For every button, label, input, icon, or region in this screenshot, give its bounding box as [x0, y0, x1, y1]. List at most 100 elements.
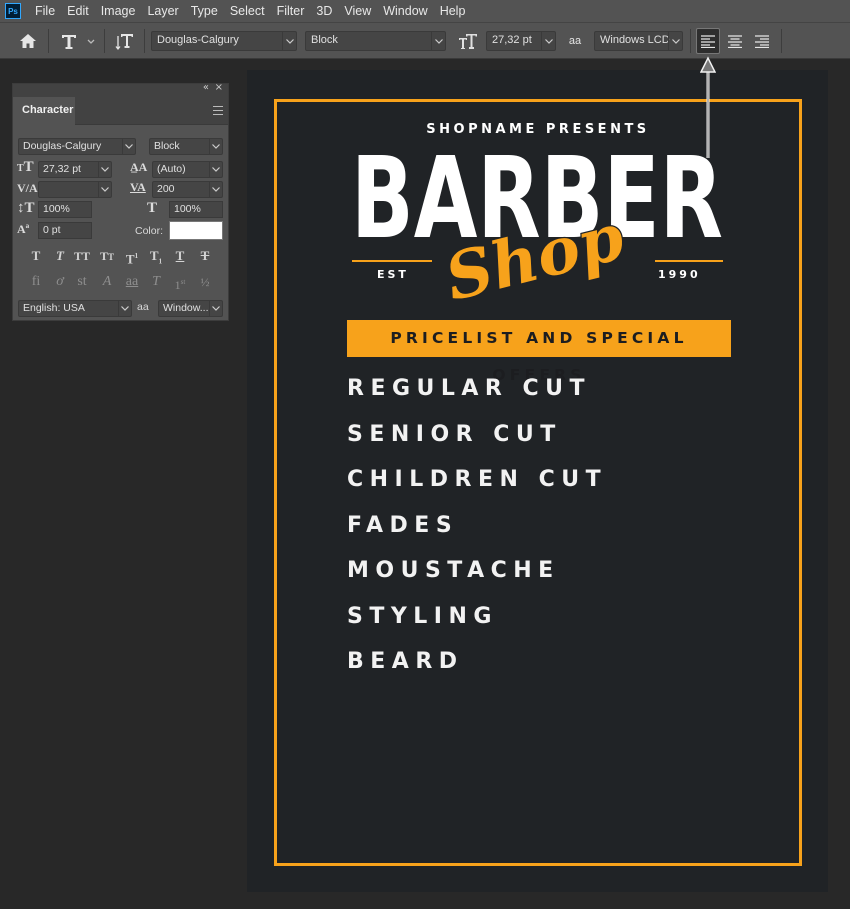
- svg-text:Shop: Shop: [438, 207, 631, 316]
- old-style-button[interactable]: ơ: [50, 273, 70, 291]
- small-caps-button[interactable]: TT: [97, 247, 117, 265]
- chevron-down-icon: [209, 139, 222, 154]
- font-size-icon: [456, 28, 480, 54]
- tracking-select[interactable]: 200: [152, 181, 223, 198]
- ligatures-button[interactable]: fi: [26, 273, 46, 291]
- collapse-panel-icon[interactable]: «: [203, 82, 209, 93]
- superscript-button[interactable]: T1: [122, 247, 142, 266]
- est-left-rule: [352, 260, 432, 262]
- list-item: STYLING: [347, 603, 498, 629]
- antialias-select[interactable]: Windows LCD: [594, 31, 683, 51]
- antialias-value: Windows LCD: [600, 34, 670, 46]
- options-bar: Douglas-Calgury Block 27,32 pt aa Window…: [0, 22, 850, 59]
- antialias-icon: aa: [568, 35, 582, 47]
- stylistic-alternates-button[interactable]: aa: [122, 273, 142, 291]
- strikethrough-button[interactable]: T: [195, 247, 215, 265]
- menu-edit[interactable]: Edit: [61, 0, 95, 22]
- font-family-select[interactable]: Douglas-Calgury: [18, 138, 136, 155]
- menu-window[interactable]: Window: [377, 0, 433, 22]
- menu-filter[interactable]: Filter: [271, 0, 311, 22]
- faux-italic-button[interactable]: T: [50, 247, 70, 265]
- align-center-button[interactable]: [723, 28, 747, 54]
- antialias-select[interactable]: Window...: [158, 300, 223, 317]
- list-item: FADES: [347, 512, 459, 538]
- kerning-select[interactable]: [38, 181, 112, 198]
- font-family-value: Douglas-Calgury: [23, 140, 102, 152]
- horizontal-scale-icon: T: [147, 200, 158, 216]
- font-size-icon: TT: [17, 159, 34, 175]
- horizontal-scale-input[interactable]: 100%: [169, 201, 223, 218]
- character-panel: « × Character Douglas-Calgury Block TT 2…: [12, 82, 229, 321]
- swash-button[interactable]: A: [97, 273, 117, 291]
- home-button[interactable]: [14, 28, 42, 54]
- align-left-button[interactable]: [696, 28, 720, 54]
- align-center-icon: [728, 34, 742, 48]
- menu-type[interactable]: Type: [185, 0, 224, 22]
- menu-layer[interactable]: Layer: [141, 0, 184, 22]
- leading-icon: A̲A: [130, 160, 148, 174]
- chevron-down-icon: [282, 32, 296, 50]
- type-tool-icon: [62, 35, 95, 49]
- baseline-shift-input[interactable]: 0 pt: [38, 222, 92, 239]
- panel-header: « ×: [13, 82, 228, 97]
- underline-button[interactable]: T: [170, 247, 190, 265]
- year-label: 1990: [658, 268, 701, 281]
- panel-menu-icon[interactable]: [213, 106, 223, 115]
- list-item: SENIOR CUT: [347, 421, 562, 447]
- align-right-button[interactable]: [750, 28, 774, 54]
- menu-image[interactable]: Image: [95, 0, 142, 22]
- discretionary-ligatures-button[interactable]: st: [72, 273, 92, 291]
- fractions-button[interactable]: ½: [195, 273, 215, 291]
- font-style-select[interactable]: Block: [149, 138, 223, 155]
- menu-3d[interactable]: 3D: [310, 0, 338, 22]
- font-family-select[interactable]: Douglas-Calgury: [151, 31, 297, 51]
- tool-preset-button[interactable]: [58, 28, 98, 54]
- titling-alternates-button[interactable]: T: [146, 273, 166, 291]
- document-canvas[interactable]: SHOPNAME PRESENTS BARBER EST 1990 Shop P…: [247, 70, 828, 892]
- antialias-icon: aa: [137, 301, 149, 313]
- callout-arrow-icon: [700, 56, 716, 158]
- font-style-value: Block: [311, 34, 338, 46]
- text-orientation-button[interactable]: [112, 28, 138, 54]
- subscript-button[interactable]: T1: [146, 247, 166, 266]
- font-size-value: 27,32 pt: [492, 34, 532, 46]
- font-style-select[interactable]: Block: [305, 31, 446, 51]
- chevron-down-icon: [209, 301, 222, 316]
- font-style-value: Block: [154, 140, 180, 152]
- tracking-value: 200: [157, 183, 175, 195]
- all-caps-button[interactable]: TT: [72, 247, 92, 265]
- leading-value: (Auto): [157, 163, 186, 175]
- leading-select[interactable]: (Auto): [152, 161, 223, 178]
- poster-frame: SHOPNAME PRESENTS BARBER EST 1990 Shop P…: [274, 99, 802, 866]
- menu-file[interactable]: File: [29, 0, 61, 22]
- close-panel-icon[interactable]: ×: [215, 82, 223, 93]
- menu-select[interactable]: Select: [224, 0, 271, 22]
- chevron-down-icon: [98, 162, 111, 177]
- align-right-icon: [755, 34, 769, 48]
- menu-view[interactable]: View: [338, 0, 377, 22]
- font-size-select[interactable]: 27,32 pt: [38, 161, 112, 178]
- faux-bold-button[interactable]: T: [26, 247, 46, 265]
- poster-subtitle: SHOPNAME PRESENTS: [426, 122, 650, 137]
- color-swatch[interactable]: [169, 221, 223, 240]
- chevron-down-icon: [118, 301, 131, 316]
- photoshop-logo-icon: Ps: [5, 3, 21, 19]
- font-family-value: Douglas-Calgury: [157, 34, 239, 46]
- chevron-down-icon: [668, 32, 682, 50]
- tab-character[interactable]: Character: [13, 97, 75, 126]
- ordinals-button[interactable]: 1st: [170, 273, 190, 292]
- poster-script-title: Shop: [437, 207, 632, 317]
- font-size-select[interactable]: 27,32 pt: [486, 31, 556, 51]
- menu-help[interactable]: Help: [434, 0, 472, 22]
- panel-tab-bar: Character: [13, 97, 228, 126]
- menu-bar: Ps File Edit Image Layer Type Select Fil…: [0, 0, 850, 22]
- chevron-down-icon: [98, 182, 111, 197]
- vertical-scale-input[interactable]: 100%: [38, 201, 92, 218]
- list-item: CHILDREN CUT: [347, 467, 608, 492]
- list-item: REGULAR CUT: [347, 376, 592, 401]
- font-size-value: 27,32 pt: [43, 163, 81, 175]
- text-orientation-icon: [115, 34, 133, 51]
- chevron-down-icon: [209, 182, 222, 197]
- vertical-scale-icon: ↕T: [17, 200, 35, 216]
- language-select[interactable]: English: USA: [18, 300, 132, 317]
